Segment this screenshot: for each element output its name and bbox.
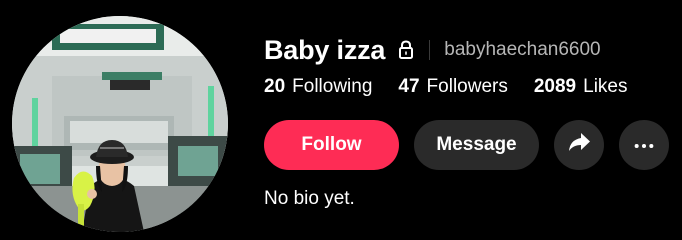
share-button[interactable]: [554, 120, 604, 170]
username: babyhaechan6600: [444, 39, 601, 60]
display-name: Baby izza: [264, 34, 386, 65]
share-arrow-icon: [567, 130, 591, 160]
avatar-photo: [12, 16, 228, 232]
likes-count: 2089: [533, 76, 577, 97]
header-divider: [429, 40, 431, 60]
followers-count: 47: [398, 76, 420, 97]
avatar[interactable]: [12, 16, 228, 232]
lock-icon: [397, 39, 415, 61]
profile-bio: No bio yet.: [264, 188, 355, 209]
followers-stat[interactable]: 47 Followers: [398, 76, 507, 98]
more-button[interactable]: [619, 120, 669, 170]
more-dots-icon: [633, 134, 655, 156]
likes-label: Likes: [583, 76, 628, 97]
following-stat[interactable]: 20 Following: [264, 76, 372, 98]
profile-stats: 20 Following 47 Followers 2089 Likes: [264, 76, 628, 102]
likes-stat: 2089 Likes: [534, 76, 628, 98]
message-button[interactable]: Message: [414, 120, 539, 170]
following-count: 20: [264, 76, 286, 97]
follow-button[interactable]: Follow: [264, 120, 399, 170]
followers-label: Followers: [426, 76, 508, 97]
following-label: Following: [292, 76, 373, 97]
profile-actions: Follow Message: [264, 120, 669, 170]
profile-header: Baby izza babyhaechan6600: [264, 30, 601, 70]
